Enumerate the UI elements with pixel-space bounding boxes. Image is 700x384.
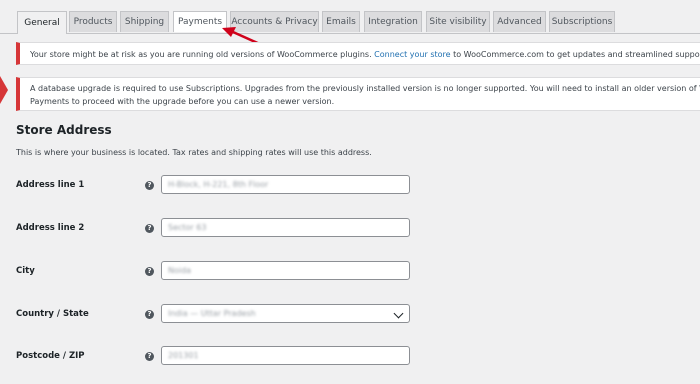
notice-text: Your store might be at risk as you are r… [30,50,375,59]
tab-emails[interactable]: Emails [322,11,360,32]
postcode-value: 201301 [168,351,199,360]
section-title: Store Address [16,123,112,137]
postcode-field[interactable]: 201301 [161,346,410,365]
help-icon[interactable]: ? [145,310,154,319]
tab-products[interactable]: Products [69,11,117,32]
settings-tab-bar: General Products Shipping Payments Accou… [0,0,700,34]
country-state-value: India — Uttar Pradesh [168,309,256,318]
connect-store-link[interactable]: Connect your store [374,50,450,59]
help-icon[interactable]: ? [145,224,154,233]
postcode-label: Postcode / ZIP [16,351,85,361]
tab-site-visibility[interactable]: Site visibility [426,11,490,32]
tab-integration[interactable]: Integration [364,11,422,32]
city-field[interactable]: Noida [161,261,410,280]
address-line-2-value: Sector 63 [168,223,207,232]
tab-accounts-privacy[interactable]: Accounts & Privacy [230,11,319,32]
tab-payments[interactable]: Payments [173,11,227,32]
address-line-2-label: Address line 2 [16,223,85,233]
db-upgrade-notice: A database upgrade is required to use Su… [16,77,700,111]
help-icon[interactable]: ? [145,181,154,190]
address-line-1-field[interactable]: H-Block, H-221, 8th Floor [161,175,410,194]
help-icon[interactable]: ? [145,352,154,361]
tab-general[interactable]: General [17,11,67,34]
notice-text-continued: to WooCommerce.com to get updates and st… [453,50,700,59]
address-line-1-value: H-Block, H-221, 8th Floor [168,180,269,189]
section-description: This is where your business is located. … [16,148,372,157]
notice-line-1: A database upgrade is required to use Su… [30,84,700,93]
country-state-label: Country / State [16,309,89,319]
outdated-plugins-notice: Your store might be at risk as you are r… [16,42,700,65]
notice-marker-icon [0,76,8,104]
address-line-2-field[interactable]: Sector 63 [161,218,410,237]
city-label: City [16,266,35,276]
chevron-down-icon [393,308,404,319]
help-icon[interactable]: ? [145,267,154,276]
country-state-select[interactable]: India — Uttar Pradesh [161,304,410,323]
notice-line-2: Payments to proceed with the upgrade bef… [30,97,335,106]
tab-advanced[interactable]: Advanced [493,11,546,32]
address-line-1-label: Address line 1 [16,180,85,190]
city-value: Noida [168,266,192,275]
tab-subscriptions[interactable]: Subscriptions [549,11,615,32]
tab-shipping[interactable]: Shipping [120,11,169,32]
